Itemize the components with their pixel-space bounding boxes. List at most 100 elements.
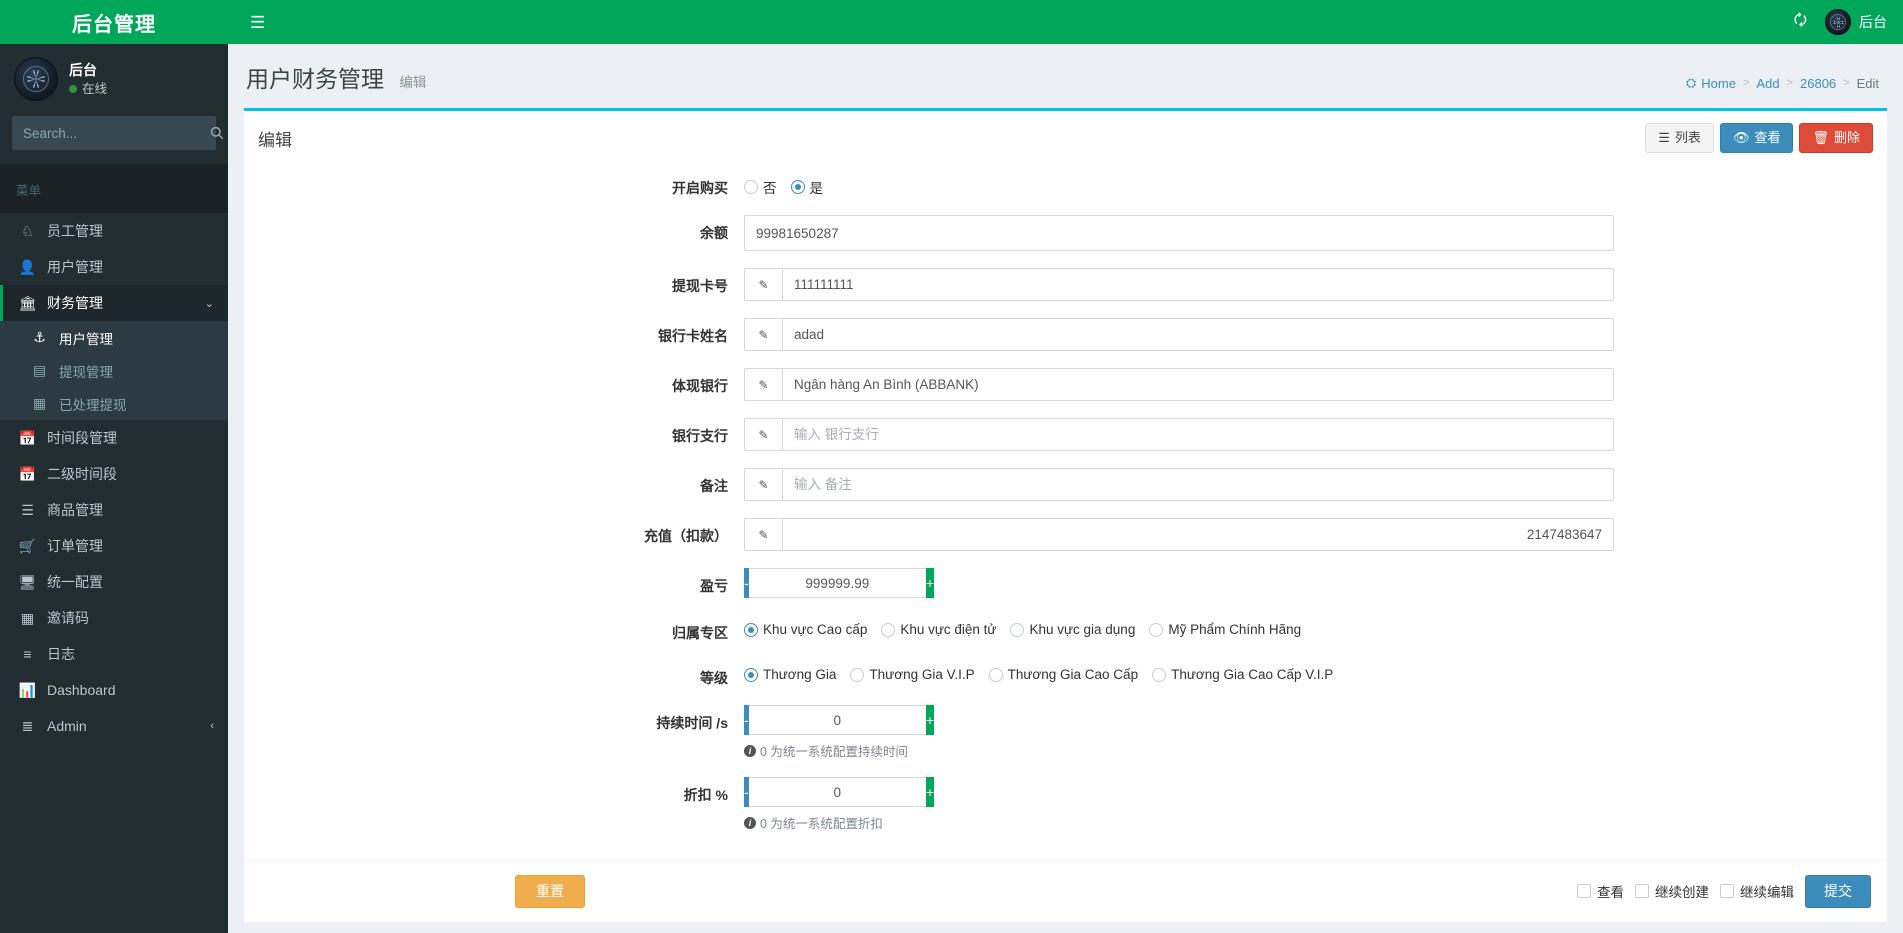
submit-button[interactable]: 提交 [1805,874,1871,908]
sidebar-item-admin[interactable]: ≣ Admin ‹ [0,708,228,744]
checkbox-view[interactable]: 查看 [1577,881,1624,901]
breadcrumb-home[interactable]: ⛭ Home [1686,75,1736,91]
app-root: 后台管理 后台 在线 Search... 菜单 ♘ 员工管理 👤 用户管理 🏛 … [0,0,1903,933]
card-name-input[interactable] [782,318,1614,352]
radio-icon-checked[interactable] [744,667,758,682]
sidebar-item-config[interactable]: 🖥 统一配置 [0,564,228,600]
menu-header: 菜单 [0,164,228,213]
level-option-3[interactable]: Thương Gia Cao Cấp V.I.P [1152,667,1333,682]
checkbox-icon[interactable] [1720,884,1734,899]
topbar-user-menu[interactable]: 后台 [1825,9,1887,35]
discount-input[interactable] [748,777,926,808]
checkbox-icon[interactable] [1577,884,1591,899]
delete-button[interactable]: 🗑 删除 [1799,123,1873,154]
discount-increment-button[interactable]: + [925,777,934,808]
sidebar-item-log[interactable]: ≡ 日志 [0,636,228,672]
search-icon[interactable] [210,117,224,149]
monitor-icon: 🖥 [18,573,37,590]
radio-icon[interactable] [1149,622,1164,637]
breadcrumb-label: Home [1701,75,1736,91]
brand-title[interactable]: 后台管理 [0,0,228,44]
topbar: ☰ 🗘 后台 [228,0,1903,44]
breadcrumb-separator-icon: > [1843,77,1850,89]
bank-input[interactable] [782,368,1614,402]
zone-radio-group: Khu vực Cao cấp Khu vực điện tử Khu vực … [744,615,1614,637]
sidebar-subitem-user-finance[interactable]: ⚓ 用户管理 [0,321,228,354]
list-button[interactable]: ☰ 列表 [1645,123,1714,154]
radio-icon[interactable] [1152,667,1167,682]
sidebar-subitem-processed-withdraw[interactable]: ▦ 已处理提现 [0,387,228,420]
profit-loss-input[interactable] [748,568,926,599]
radio-icon-checked[interactable] [744,622,758,637]
search-box[interactable] [12,116,224,150]
search-input[interactable] [13,125,210,141]
sidebar-item-employee[interactable]: ♘ 员工管理 [0,213,228,249]
zone-option-0[interactable]: Khu vực Cao cấp [744,622,867,637]
breadcrumb-id[interactable]: 26806 [1800,76,1836,91]
checkbox-continue-edit[interactable]: 继续编辑 [1720,881,1794,901]
level-option-2[interactable]: Thương Gia Cao Cấp [988,667,1138,682]
sidebar-item-secondary-timeslot[interactable]: 📅 二级时间段 [0,456,228,492]
checkbox-continue-create[interactable]: 继续创建 [1635,881,1709,901]
radio-icon[interactable] [1010,622,1025,637]
profit-loss-increment-button[interactable]: + [925,568,934,599]
enable-purchase-option-no[interactable]: 否 [744,177,777,197]
calendar-icon: 📅 [18,429,37,446]
breadcrumb-add[interactable]: Add [1756,76,1779,91]
level-option-0[interactable]: Thương Gia [744,667,836,682]
sidebar-item-product[interactable]: ☰ 商品管理 [0,492,228,528]
refresh-icon[interactable]: 🗘 [1794,10,1807,35]
list-icon: ≡ [23,646,32,662]
zone-option-3[interactable]: Mỹ Phẩm Chính Hãng [1149,622,1301,637]
radio-icon[interactable] [881,622,896,637]
checkbox-icon[interactable] [1635,884,1649,899]
sidebar-item-finance[interactable]: 🏛 财务管理 ⌄ ⚓ 用户管理 ▤ 提现管理 ▦ 已处理提现 [0,285,228,420]
info-icon: i [744,744,756,757]
hamburger-icon[interactable]: ☰ [242,10,273,35]
credit-card-icon: ▤ [32,362,47,378]
balance-input[interactable] [744,215,1614,252]
branch-input[interactable] [782,418,1614,452]
radio-icon[interactable] [988,667,1003,682]
sliders-icon: ≣ [21,717,34,734]
compass-icon [27,70,45,88]
checkbox-label: 查看 [1597,885,1624,901]
radio-icon[interactable] [850,667,865,682]
discount-help-text: i 0 为统一系统配置折扣 [744,813,1614,832]
enable-purchase-option-yes[interactable]: 是 [790,177,823,197]
sidebar-item-dashboard[interactable]: 📊 Dashboard [0,672,228,708]
recharge-input[interactable] [782,518,1614,552]
duration-increment-button[interactable]: + [925,705,934,736]
profit-loss-stepper: - + [744,568,934,599]
field-recharge: 充值（扣款） ✎ [244,518,1887,552]
zone-option-1[interactable]: Khu vực điện tử [881,622,996,637]
footer-right: 查看 继续创建 继续编辑 提交 [1577,874,1871,908]
view-button-label: 查看 [1754,130,1781,145]
sidebar-item-user[interactable]: 👤 用户管理 [0,249,228,285]
field-remark: 备注 ✎ [244,468,1887,502]
sidebar-item-label: 日志 [47,646,75,662]
sidebar-subitem-withdraw[interactable]: ▤ 提现管理 [0,354,228,387]
level-radio-group: Thương Gia Thương Gia V.I.P Thương Gia C… [744,660,1614,682]
card-name-group: ✎ [744,318,1614,352]
remark-input[interactable] [782,468,1614,502]
card-number-input[interactable] [782,268,1614,302]
zone-option-2[interactable]: Khu vực gia dụng [1010,622,1135,637]
edit-form: 开启购买 否 是 余额 99981650287 提现卡号 ✎ 111111111… [244,164,1887,859]
sidebar-item-timeslot[interactable]: 📅 时间段管理 [0,420,228,456]
card-number-group: ✎ [744,268,1614,302]
pencil-icon: ✎ [744,318,782,352]
sidebar-item-order[interactable]: 🛒 订单管理 [0,528,228,564]
level-option-1[interactable]: Thương Gia V.I.P [850,667,975,682]
view-button[interactable]: 👁 查看 [1719,123,1794,154]
radio-icon-checked[interactable] [790,180,805,195]
sidebar-item-invite-code[interactable]: ▦ 邀请码 [0,600,228,636]
avatar [1825,9,1851,35]
sidebar-user-status-label: 在线 [82,82,108,97]
radio-icon[interactable] [744,180,758,195]
duration-input[interactable] [748,705,926,736]
page-subtitle: 编辑 [399,75,427,90]
reset-button[interactable]: 重置 [515,874,585,908]
cart-icon: 🛒 [18,537,37,554]
field-label: 等级 [700,670,728,687]
